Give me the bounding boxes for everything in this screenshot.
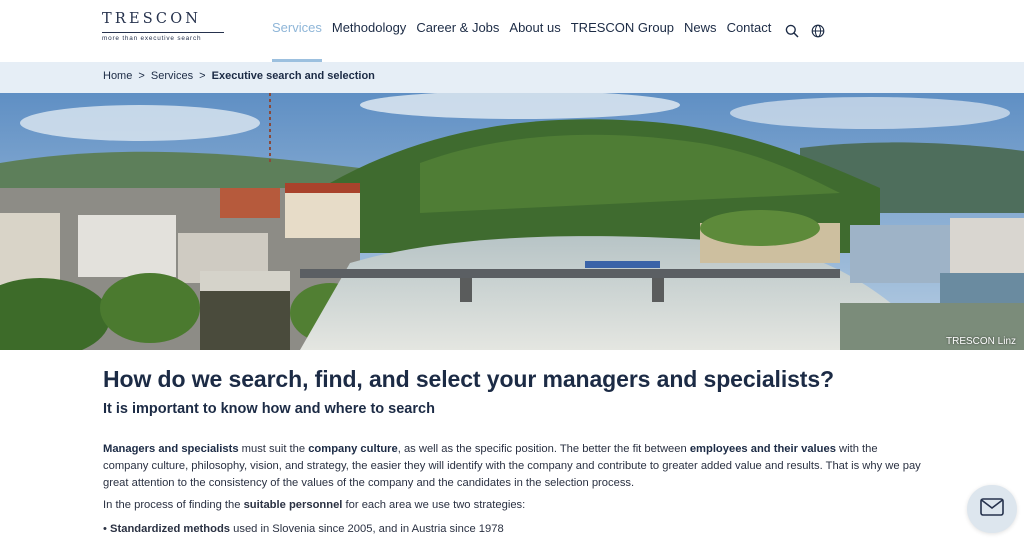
main-nav: Services Methodology Career & Jobs About…	[272, 0, 833, 62]
emphasis-text: suitable personnel	[243, 499, 343, 511]
page-subtitle: It is important to know how and where to…	[103, 401, 435, 417]
emphasis-text: Standardized methods	[110, 523, 231, 535]
list-item: • Standardized methods used in Slovenia …	[103, 523, 504, 535]
breadcrumb-services[interactable]: Services	[151, 70, 193, 82]
breadcrumb: Home > Services > Executive search and s…	[103, 70, 375, 82]
emphasis-text: Managers and specialists	[103, 443, 239, 455]
body-text: , as well as the specific position. The …	[397, 443, 690, 455]
logo[interactable]: TRESCON more than executive search	[102, 10, 226, 46]
breadcrumb-bar: Home > Services > Executive search and s…	[0, 62, 1024, 93]
breadcrumb-home[interactable]: Home	[103, 70, 132, 82]
envelope-icon	[980, 497, 1004, 521]
emphasis-text: employees and their values	[689, 443, 836, 455]
body-text: must suit the	[238, 443, 309, 455]
logo-divider	[102, 32, 224, 33]
intro-paragraph: Managers and specialists must suit the c…	[103, 441, 923, 492]
logo-wordmark: TRESCON	[102, 11, 202, 27]
nav-item-career-jobs[interactable]: Career & Jobs	[416, 0, 499, 62]
nav-item-about-us[interactable]: About us	[509, 0, 560, 62]
nav-item-contact[interactable]: Contact	[727, 0, 772, 62]
emphasis-text: company culture	[308, 443, 398, 455]
hero-image: TRESCON Linz	[0, 93, 1024, 350]
breadcrumb-separator: >	[199, 70, 206, 82]
hero-caption: TRESCON Linz	[945, 336, 1016, 347]
page-title: How do we search, find, and select your …	[103, 366, 835, 392]
nav-item-trescon-group[interactable]: TRESCON Group	[571, 0, 674, 62]
bullet-icon: •	[103, 523, 111, 535]
city-panorama-image	[0, 93, 1024, 350]
nav-item-services[interactable]: Services	[272, 0, 322, 62]
body-text: used in Slovenia since 2005, and in Aust…	[230, 523, 504, 535]
site-header: TRESCON more than executive search Servi…	[0, 0, 1024, 62]
contact-chat-button[interactable]	[967, 485, 1017, 533]
body-text: In the process of finding the	[103, 499, 244, 511]
strategy-paragraph: In the process of finding the suitable p…	[103, 499, 525, 511]
search-icon[interactable]	[785, 24, 799, 38]
nav-item-methodology[interactable]: Methodology	[332, 0, 406, 62]
breadcrumb-current: Executive search and selection	[211, 70, 375, 82]
body-text: for each area we use two strategies:	[342, 499, 526, 511]
nav-item-news[interactable]: News	[684, 0, 717, 62]
globe-icon[interactable]	[811, 24, 825, 38]
logo-tagline: more than executive search	[102, 35, 202, 42]
breadcrumb-separator: >	[138, 70, 145, 82]
